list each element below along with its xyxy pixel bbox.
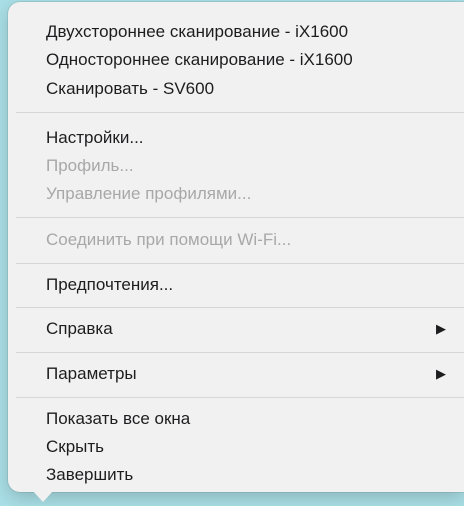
menu-item-help[interactable]: Справка ▶ [46, 317, 452, 341]
context-menu: Двухстороннее сканирование - iX1600 Одно… [8, 2, 464, 492]
menu-item-profile-management: Управление профилями... [46, 184, 252, 203]
submenu-arrow-icon: ▶ [436, 366, 446, 381]
menu-separator [16, 397, 464, 398]
menu-item-profile: Профиль... [46, 156, 134, 175]
menu-item-duplex-scan-ix1600[interactable]: Двухстороннее сканирование - iX1600 [46, 20, 452, 44]
menu-item-wifi-connect: Соединить при помощи Wi-Fi... [46, 230, 292, 249]
menu-separator [16, 217, 464, 218]
menu-separator [16, 307, 464, 308]
menu-item-help-label: Справка [46, 319, 113, 338]
menu-pointer-arrow [32, 490, 54, 502]
menu-item-hide[interactable]: Скрыть [46, 435, 452, 459]
menu-item-preferences[interactable]: Предпочтения... [46, 273, 452, 297]
menu-item-show-all-windows[interactable]: Показать все окна [46, 407, 452, 431]
submenu-arrow-icon: ▶ [436, 321, 446, 336]
menu-item-options[interactable]: Параметры ▶ [46, 362, 452, 386]
menu-item-quit[interactable]: Завершить [46, 463, 452, 487]
menu-separator [16, 263, 464, 264]
menu-separator [16, 352, 464, 353]
menu-item-simplex-scan-ix1600[interactable]: Одностороннее сканирование - iX1600 [46, 48, 452, 72]
menu-item-settings[interactable]: Настройки... [46, 126, 452, 150]
menu-item-options-label: Параметры [46, 364, 137, 383]
menu-separator [16, 112, 464, 113]
menu-item-scan-sv600[interactable]: Сканировать - SV600 [46, 77, 452, 101]
